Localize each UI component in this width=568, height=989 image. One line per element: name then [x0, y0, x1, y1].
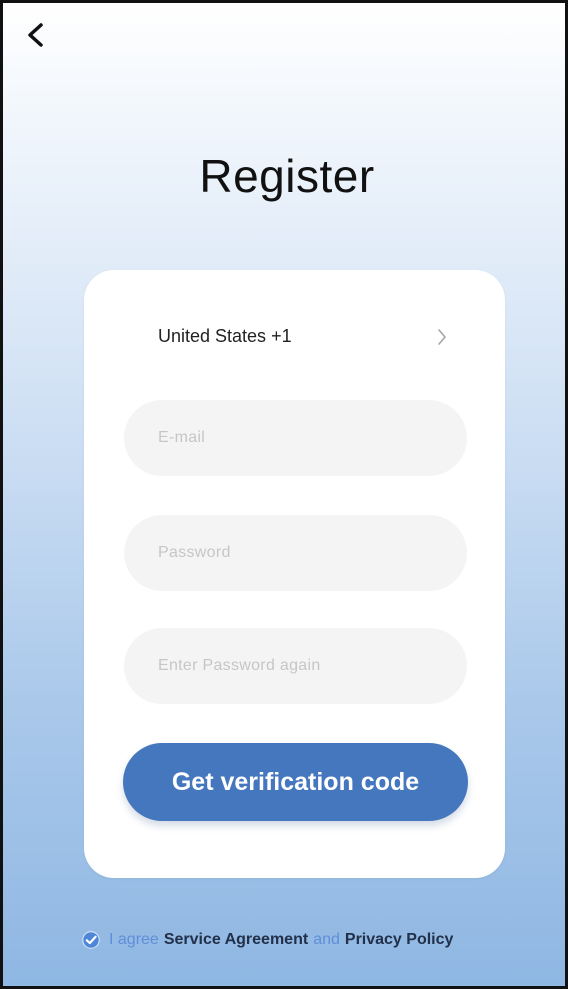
agreement-row: I agree Service Agreement and Privacy Po…	[81, 928, 453, 952]
check-circle-icon[interactable]	[81, 930, 101, 950]
password-confirm-input[interactable]	[124, 628, 467, 704]
email-field	[124, 400, 467, 476]
register-screen: Register United States +1 Get verificati…	[0, 0, 568, 989]
registration-card: United States +1 Get verification code	[84, 270, 505, 878]
page-title: Register	[199, 150, 375, 202]
get-verification-code-button[interactable]: Get verification code	[123, 743, 468, 821]
agree-text: I agree	[109, 931, 159, 948]
country-selector[interactable]: United States +1	[158, 320, 448, 354]
email-input[interactable]	[124, 400, 467, 476]
service-agreement-link[interactable]: Service Agreement	[164, 931, 308, 949]
password-field	[124, 515, 467, 591]
password-input[interactable]	[124, 515, 467, 591]
country-label: United States +1	[158, 326, 292, 346]
and-text: and	[313, 931, 340, 948]
back-button[interactable]	[23, 21, 47, 49]
password-confirm-field	[124, 628, 467, 704]
chevron-left-icon	[28, 23, 43, 47]
chevron-right-icon	[438, 329, 446, 345]
privacy-policy-link[interactable]: Privacy Policy	[345, 931, 454, 949]
